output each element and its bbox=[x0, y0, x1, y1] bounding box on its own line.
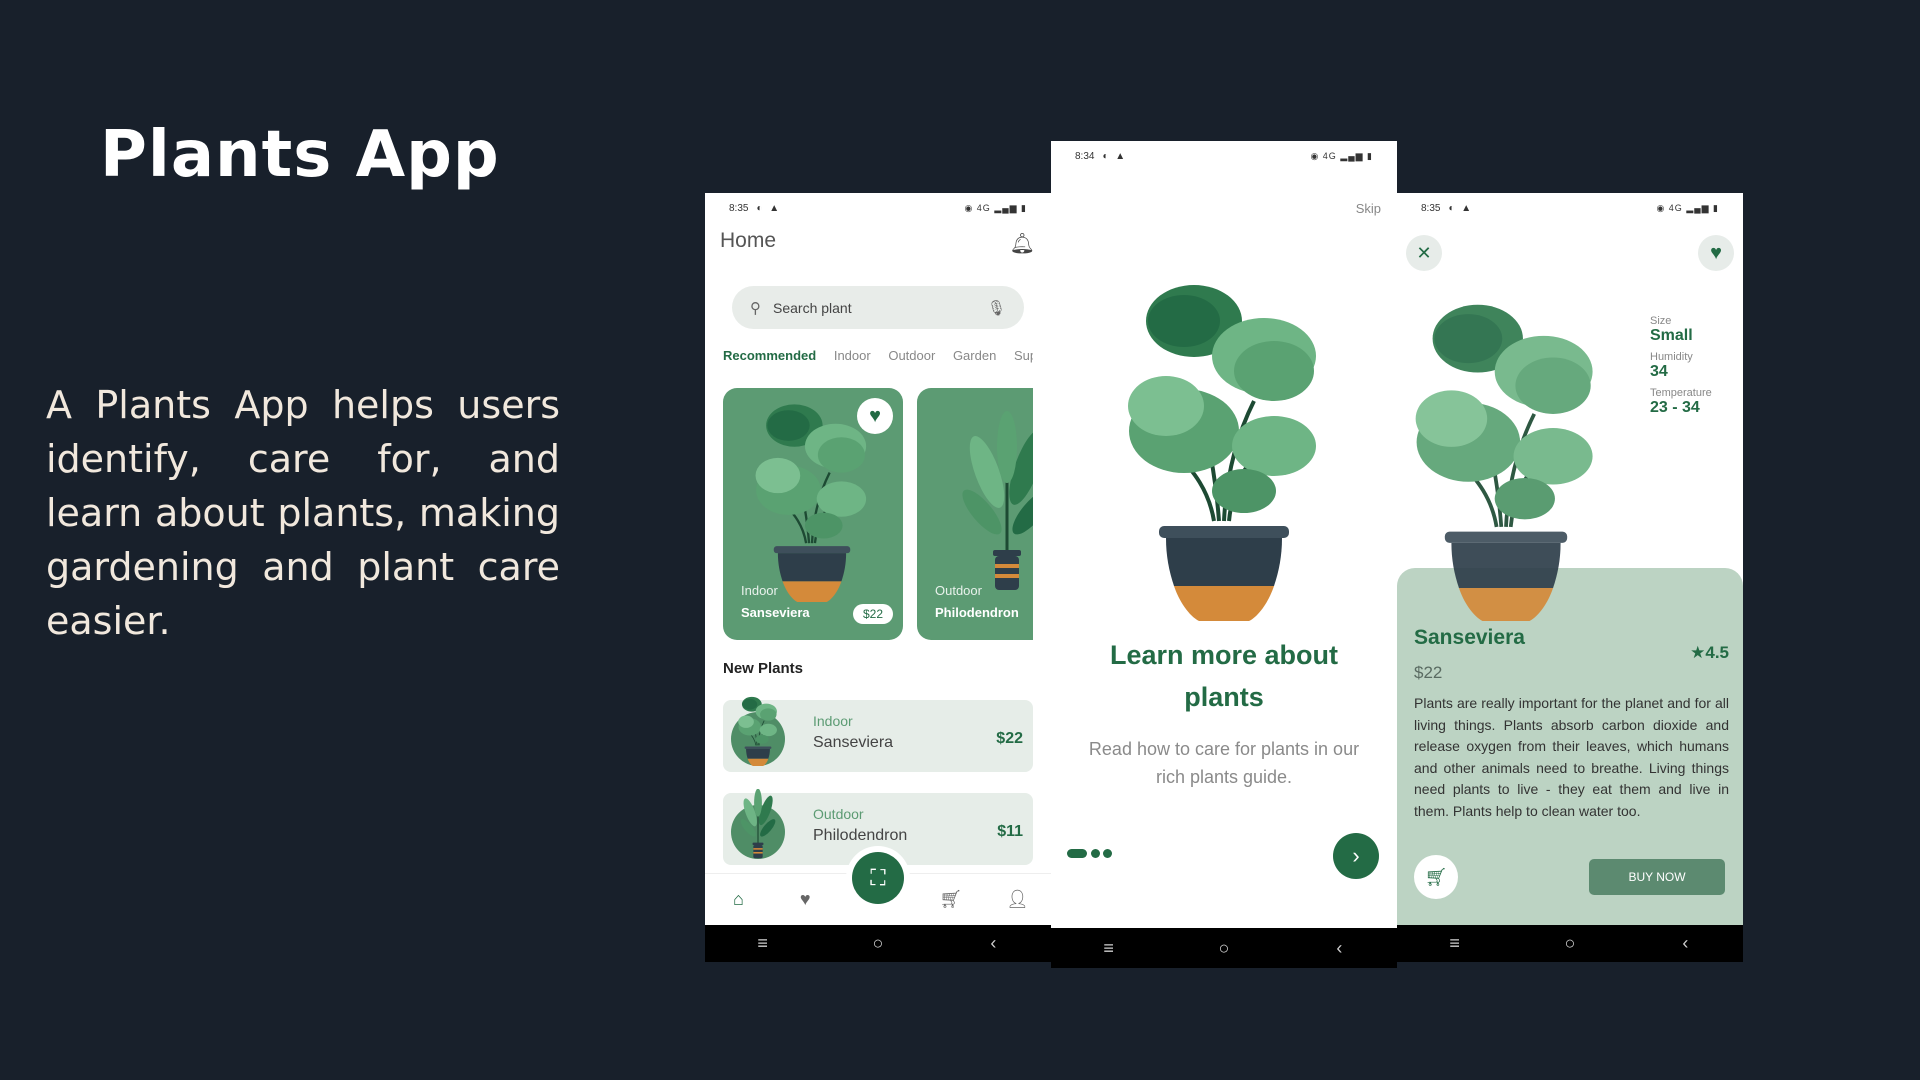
dot bbox=[1091, 849, 1100, 858]
item-type: Indoor bbox=[813, 713, 853, 729]
card-type: Indoor bbox=[741, 583, 778, 598]
heart-icon[interactable]: ♥ bbox=[857, 398, 893, 434]
plant-image bbox=[735, 696, 781, 766]
cart-icon[interactable]: 🛒︎ bbox=[931, 889, 971, 910]
tab-garden[interactable]: Garden bbox=[953, 348, 996, 363]
item-price: $11 bbox=[997, 823, 1023, 840]
page-indicator bbox=[1067, 849, 1115, 858]
dot bbox=[1103, 849, 1112, 858]
bell-icon[interactable]: 🔔︎ bbox=[1010, 231, 1035, 256]
plant-image bbox=[737, 789, 779, 859]
slide-title: Plants App bbox=[100, 118, 500, 192]
heart-icon[interactable]: ♥ bbox=[1698, 235, 1734, 271]
notification-icons: ◐ ▲ bbox=[756, 202, 782, 214]
onboarding-screen: 8:34 ◐ ▲ ◉ 4G ▂▄▆ ▮ Skip Learn more abou… bbox=[1051, 141, 1397, 968]
status-bar: 8:35 ◐ ▲ ◉ 4G ▂▄▆ ▮ bbox=[1397, 193, 1743, 223]
spec-value: 23 - 34 bbox=[1650, 399, 1700, 416]
system-nav-bar: ≡ ○ ‹ bbox=[705, 925, 1051, 962]
signal-battery-icon: ◉ 4G ▂▄▆ ▮ bbox=[964, 202, 1027, 213]
menu-icon[interactable]: ≡ bbox=[1435, 933, 1475, 954]
menu-icon[interactable]: ≡ bbox=[743, 933, 783, 954]
item-type: Outdoor bbox=[813, 806, 864, 822]
plant-illustration bbox=[1119, 281, 1329, 621]
plant-description: Plants are really important for the plan… bbox=[1414, 695, 1729, 819]
search-bar[interactable]: ⚲ Search plant 🎙︎ bbox=[732, 286, 1024, 329]
status-bar: 8:34 ◐ ▲ ◉ 4G ▂▄▆ ▮ bbox=[1051, 141, 1397, 171]
home-circle-icon[interactable]: ○ bbox=[1204, 938, 1244, 959]
card-name: Sanseviera bbox=[741, 605, 810, 620]
tab-recommended[interactable]: Recommended bbox=[723, 348, 816, 363]
notification-icons: ◐ ▲ bbox=[1448, 202, 1474, 214]
next-button[interactable]: › bbox=[1333, 833, 1379, 879]
person-icon[interactable]: 👤︎ bbox=[998, 889, 1038, 910]
card-price: $22 bbox=[852, 604, 893, 624]
card-name: Philodendron bbox=[935, 605, 1019, 620]
spec-label: Humidity bbox=[1650, 351, 1693, 363]
tab-indoor[interactable]: Indoor bbox=[834, 348, 871, 363]
signal-battery-icon: ◉ 4G ▂▄▆ ▮ bbox=[1310, 150, 1373, 161]
system-nav-bar: ≡ ○ ‹ bbox=[1051, 928, 1397, 968]
system-nav-bar: ≡ ○ ‹ bbox=[1397, 925, 1743, 962]
detail-screen: 8:35 ◐ ▲ ◉ 4G ▂▄▆ ▮ ✕ ♥ Size Small Humid… bbox=[1397, 193, 1743, 962]
plant-card[interactable]: ♥ Indoor Sanseviera $22 bbox=[723, 388, 903, 640]
home-icon[interactable]: ⌂ bbox=[718, 889, 758, 910]
search-input[interactable]: Search plant bbox=[773, 300, 852, 316]
plant-price: $22 bbox=[1414, 663, 1443, 682]
plant-image bbox=[1411, 301, 1601, 621]
plant-card[interactable]: Outdoor Philodendron bbox=[917, 388, 1051, 640]
card-clip bbox=[1033, 383, 1051, 645]
chevron-right-icon: › bbox=[1352, 843, 1360, 868]
back-icon[interactable]: ‹ bbox=[1319, 938, 1359, 959]
plant-thumbnail bbox=[731, 805, 785, 859]
cart-icon[interactable]: 🛒︎ bbox=[1414, 855, 1458, 899]
item-name: Philodendron bbox=[813, 827, 908, 844]
mic-icon[interactable]: 🎙︎ bbox=[987, 299, 1006, 317]
plant-name: Sanseviera bbox=[1414, 626, 1525, 649]
status-time: 8:35 bbox=[1421, 202, 1441, 214]
plant-specs: Size Small Humidity 34 Temperature 23 - … bbox=[1650, 309, 1712, 417]
spec-value: Small bbox=[1650, 327, 1693, 344]
home-circle-icon[interactable]: ○ bbox=[1550, 933, 1590, 954]
notification-icons: ◐ ▲ bbox=[1102, 150, 1128, 162]
onboarding-text: Read how to care for plants in our rich … bbox=[1088, 739, 1360, 787]
spec-label: Temperature bbox=[1650, 387, 1712, 399]
item-name: Sanseviera bbox=[813, 734, 894, 751]
back-icon[interactable]: ‹ bbox=[973, 933, 1013, 954]
tab-supplies[interactable]: Supp bbox=[1014, 348, 1033, 363]
slide-description: A Plants App helps users identify, care … bbox=[46, 383, 560, 643]
spec-label: Size bbox=[1650, 315, 1672, 327]
tab-outdoor[interactable]: Outdoor bbox=[888, 348, 935, 363]
card-type: Outdoor bbox=[935, 583, 982, 598]
status-time: 8:35 bbox=[729, 202, 749, 214]
item-price: $22 bbox=[996, 730, 1023, 747]
plant-thumbnail bbox=[731, 712, 785, 766]
home-circle-icon[interactable]: ○ bbox=[858, 933, 898, 954]
active-dot bbox=[1067, 849, 1087, 858]
status-bar: 8:35 ◐ ▲ ◉ 4G ▂▄▆ ▮ bbox=[705, 193, 1051, 223]
page-title: Home bbox=[720, 229, 777, 252]
home-screen: 8:35 ◐ ▲ ◉ 4G ▂▄▆ ▮ Home 🔔︎ ⚲ Search pla… bbox=[705, 193, 1051, 962]
spec-value: 34 bbox=[1650, 363, 1668, 380]
back-icon[interactable]: ‹ bbox=[1665, 933, 1705, 954]
close-icon[interactable]: ✕ bbox=[1406, 235, 1442, 271]
status-time: 8:34 bbox=[1075, 150, 1095, 162]
list-item[interactable]: Indoor Sanseviera $22 bbox=[723, 700, 1033, 772]
category-tabs: Recommended Indoor Outdoor Garden Supp bbox=[723, 348, 1033, 363]
signal-battery-icon: ◉ 4G ▂▄▆ ▮ bbox=[1656, 202, 1719, 213]
buy-now-button[interactable]: BUY NOW bbox=[1589, 859, 1725, 895]
heart-icon[interactable]: ♥ bbox=[785, 889, 825, 910]
onboarding-title: Learn more about plants bbox=[1109, 640, 1339, 712]
scan-icon[interactable]: ⛶ bbox=[852, 852, 904, 904]
menu-icon[interactable]: ≡ bbox=[1089, 938, 1129, 959]
rating: ★4.5 bbox=[1690, 643, 1729, 662]
skip-button[interactable]: Skip bbox=[1356, 201, 1381, 216]
plant-image bbox=[753, 402, 871, 602]
search-icon: ⚲ bbox=[750, 299, 761, 317]
section-title: New Plants bbox=[723, 660, 804, 677]
